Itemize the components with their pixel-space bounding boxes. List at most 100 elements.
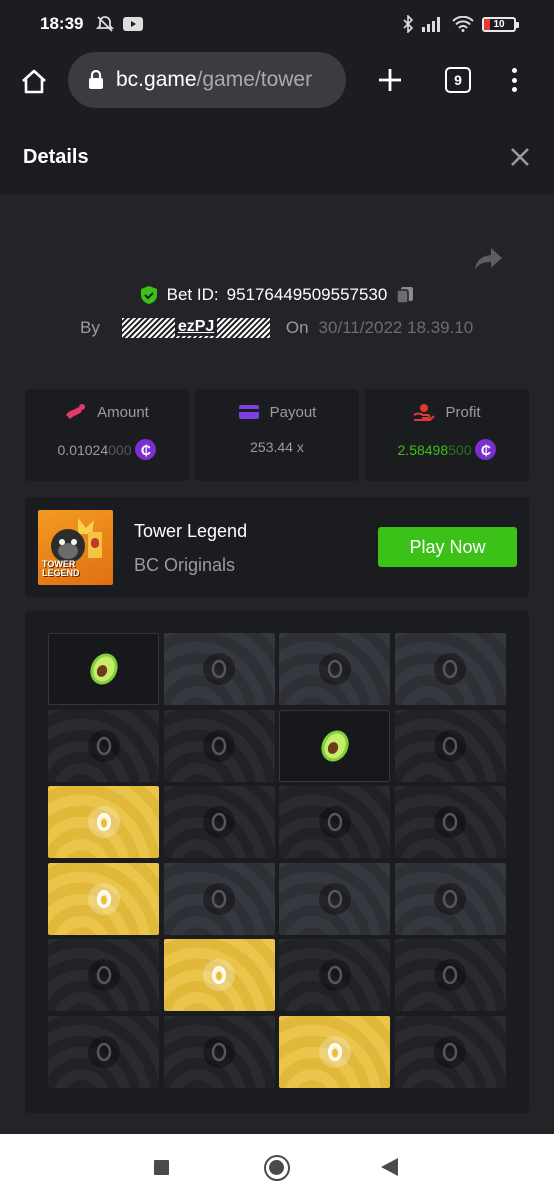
egg-icon <box>87 882 120 915</box>
egg-icon <box>434 806 467 839</box>
profit-value-trailing: 500 <box>448 441 472 458</box>
bet-id-label: Bet ID: <box>166 285 219 304</box>
details-title: Details <box>23 145 89 168</box>
tower-tile <box>48 862 159 935</box>
tower-tile <box>163 709 275 782</box>
recents-button[interactable] <box>154 1160 169 1175</box>
tower-tile <box>48 633 159 705</box>
tower-tile <box>279 939 391 1012</box>
tower-tile <box>279 786 391 859</box>
tower-tile <box>279 633 391 705</box>
amount-value-trailing: 000 <box>108 441 132 458</box>
egg-icon <box>87 959 120 992</box>
coin-icon: ₵ <box>475 439 497 460</box>
egg-icon <box>87 806 120 839</box>
profit-icon <box>413 404 436 421</box>
copy-icon[interactable] <box>395 285 415 305</box>
egg-icon <box>203 806 236 839</box>
tower-tile <box>48 1015 159 1088</box>
egg-icon <box>318 882 351 915</box>
tower-tile <box>279 709 391 782</box>
new-tab-icon[interactable] <box>376 66 404 94</box>
egg-icon <box>203 729 236 762</box>
tower-tile <box>394 939 506 1012</box>
payout-value: 253.44 x <box>250 439 304 455</box>
bet-details: Bet ID: 95176449509557530 By ezPJ On 30/… <box>0 194 554 1134</box>
coin-icon: ₵ <box>135 439 157 460</box>
share-icon[interactable] <box>474 246 504 272</box>
egg-icon <box>87 729 120 762</box>
payout-icon <box>238 405 259 419</box>
tower-tile <box>163 633 275 705</box>
amount-stat: Amount 0.01024000 ₵ <box>25 389 189 481</box>
youtube-icon <box>123 17 144 31</box>
bet-meta-row: By ezPJ On 30/11/2022 18.39.10 <box>80 318 473 338</box>
profit-value: 2.58498 <box>397 441 449 458</box>
tab-switcher-button[interactable]: 9 <box>445 67 471 93</box>
amount-label: Amount <box>97 403 149 421</box>
bet-id-value: 95176449509557530 <box>226 285 388 304</box>
payout-stat: Payout 253.44 x <box>195 389 359 481</box>
bluetooth-icon <box>403 15 414 33</box>
avocado-icon <box>89 653 118 685</box>
egg-icon <box>203 882 236 915</box>
browser-menu-icon[interactable] <box>508 66 520 94</box>
game-thumbnail[interactable]: TOWER LEGEND <box>38 510 113 585</box>
tower-tile <box>48 939 159 1012</box>
avocado-icon <box>321 730 349 762</box>
tower-tile <box>394 786 506 859</box>
battery-icon: 10 <box>482 16 519 32</box>
egg-icon <box>318 653 351 685</box>
egg-icon <box>434 653 467 685</box>
home-button[interactable] <box>264 1155 290 1181</box>
back-button[interactable] <box>381 1158 398 1176</box>
tower-board <box>25 611 529 1113</box>
egg-icon <box>203 653 236 685</box>
tower-tile <box>163 786 275 859</box>
game-provider: BC Originals <box>134 555 236 575</box>
close-icon[interactable] <box>509 146 531 168</box>
home-icon[interactable] <box>20 68 48 96</box>
egg-icon <box>87 1035 120 1068</box>
mute-icon <box>96 16 115 32</box>
tower-tile <box>163 1015 275 1088</box>
tower-tile <box>48 786 159 859</box>
bet-id-row: Bet ID: 95176449509557530 <box>0 285 554 305</box>
tower-tile <box>394 862 506 935</box>
browser-toolbar: bc.game/game/tower 9 <box>0 48 554 120</box>
egg-icon <box>203 1035 236 1068</box>
payout-label: Payout <box>269 403 317 421</box>
egg-icon <box>318 959 351 992</box>
tower-tile <box>163 939 275 1012</box>
egg-icon <box>318 1035 351 1068</box>
bet-date: 30/11/2022 18.39.10 <box>318 318 474 337</box>
play-now-button[interactable]: Play Now <box>378 527 517 567</box>
url-bar[interactable]: bc.game/game/tower <box>68 52 346 108</box>
by-label: By <box>80 318 100 337</box>
game-name: Tower Legend <box>134 521 248 541</box>
egg-icon <box>434 1035 467 1068</box>
tower-tile <box>279 1015 391 1088</box>
egg-icon <box>434 959 467 992</box>
status-bar: 18:39 10 <box>0 0 554 48</box>
egg-icon <box>434 729 467 762</box>
on-label: On <box>285 318 309 337</box>
egg-icon <box>318 806 351 839</box>
tower-tile <box>163 862 275 935</box>
amount-value: 0.01024 <box>57 441 109 458</box>
game-card: TOWER LEGEND Tower Legend BC Originals Pl… <box>25 497 529 597</box>
egg-icon <box>434 882 467 915</box>
status-time: 18:39 <box>40 14 84 33</box>
tower-tile <box>394 633 506 705</box>
signal-icon <box>422 17 440 32</box>
username-link[interactable]: ezPJ <box>121 318 270 338</box>
bet-stats: Amount 0.01024000 ₵ Payout 253.44 x Prof… <box>25 389 529 481</box>
shield-check-icon <box>140 286 157 304</box>
username-text: ezPJ <box>174 318 218 336</box>
game-thumbnail-logo: TOWER LEGEND <box>42 559 80 578</box>
profit-label: Profit <box>445 403 481 421</box>
tower-tile <box>394 1015 506 1088</box>
tower-tile <box>279 862 391 935</box>
lock-icon <box>89 70 103 89</box>
egg-icon <box>203 959 236 992</box>
